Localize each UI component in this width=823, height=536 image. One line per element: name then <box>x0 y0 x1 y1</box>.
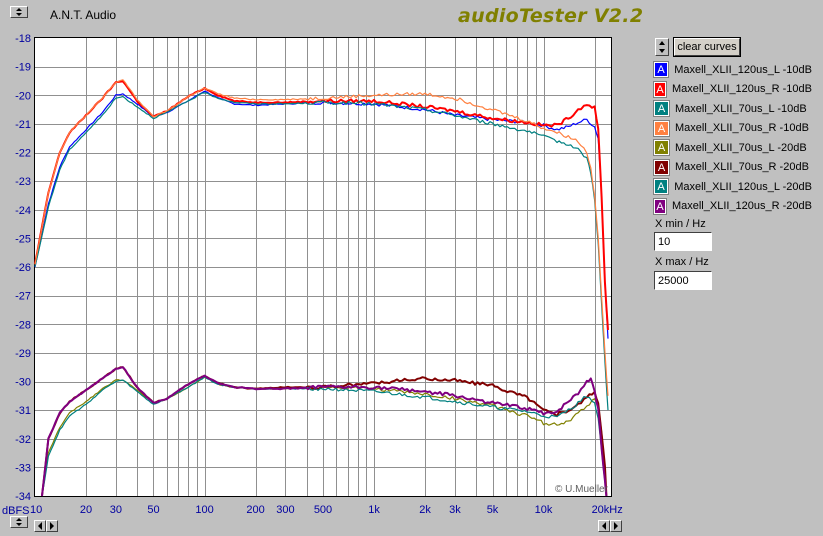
xmin-input[interactable] <box>654 232 712 251</box>
legend-swatch[interactable]: A <box>653 197 667 215</box>
y-tick-label: -32 <box>15 434 31 446</box>
legend-label: Maxell_XLII_120us_R -10dB <box>671 83 812 96</box>
x-axis-ticks: 10 20 30 50 100 200 300 500 1k 2k 3k 5k 10k 20kHz <box>30 504 623 516</box>
legend-swatch[interactable]: A <box>653 100 670 118</box>
legend-label: Maxell_XLII_70us_L -10dB <box>675 102 807 115</box>
legend-label: Maxell_XLII_120us_L -10dB <box>674 63 812 76</box>
legend-item[interactable]: A Maxell_XLII_120us_L -10dB <box>652 60 812 80</box>
clear-curves-button[interactable]: clear curves <box>673 37 741 57</box>
copyright-annotation: © U.Mueller <box>555 484 609 495</box>
y-tick-label: -19 <box>15 62 31 74</box>
legend-item[interactable]: A Maxell_XLII_70us_L -20dB <box>653 138 812 158</box>
x-tick-label: 500 <box>314 504 332 516</box>
x-tick-label: 20 <box>80 504 92 516</box>
y-tick-label: -31 <box>15 405 31 417</box>
legend-swatch[interactable]: A <box>653 158 670 176</box>
x-tick-label: 50 <box>147 504 159 516</box>
x-tick-label: 100 <box>195 504 213 516</box>
y-min-spinner[interactable] <box>10 516 28 528</box>
x-min-scroll-right[interactable] <box>46 520 58 532</box>
y-tick-label: -22 <box>15 148 31 160</box>
curve-list-spinner[interactable] <box>655 38 669 56</box>
y-tick-label: -30 <box>15 377 31 389</box>
legend-item[interactable]: A Maxell_XLII_120us_R -20dB <box>653 197 812 217</box>
y-max-spinner[interactable] <box>10 6 28 18</box>
legend-label: Maxell_XLII_70us_R -10dB <box>675 122 809 135</box>
x-tick-label: 10 <box>30 504 42 516</box>
y-tick-label: -28 <box>15 319 31 331</box>
y-tick-label: -26 <box>15 262 31 274</box>
y-tick-label: -34 <box>15 491 31 503</box>
y-tick-label: -27 <box>15 291 31 303</box>
x-max-scroll-right[interactable] <box>610 520 622 532</box>
y-axis-ticks: -18 -19 -20 -21 -22 -23 -24 -25 -26 -27 -28 -29 -30 -… <box>15 33 31 503</box>
legend-item[interactable]: A Maxell_XLII_70us_R -20dB <box>653 158 812 178</box>
legend-swatch[interactable]: A <box>653 139 670 157</box>
x-max-scroll-left[interactable] <box>598 520 610 532</box>
xmax-label: X max / Hz <box>655 256 709 268</box>
legend-item[interactable]: A Maxell_XLII_120us_L -20dB <box>652 177 812 197</box>
y-tick-label: -33 <box>15 462 31 474</box>
legend-label: Maxell_XLII_120us_L -20dB <box>674 180 812 193</box>
legend-label: Maxell_XLII_120us_R -20dB <box>671 200 812 213</box>
legend-label: Maxell_XLII_70us_R -20dB <box>675 161 809 174</box>
x-tick-label: 200 <box>246 504 264 516</box>
x-tick-label: 2k <box>419 504 431 516</box>
legend-swatch[interactable]: A <box>652 178 670 196</box>
legend-swatch[interactable]: A <box>652 61 670 79</box>
legend-label: Maxell_XLII_70us_L -20dB <box>675 141 807 154</box>
legend-item[interactable]: A Maxell_XLII_70us_L -10dB <box>653 99 812 119</box>
y-tick-label: -20 <box>15 90 31 102</box>
y-tick-label: -25 <box>15 233 31 245</box>
app-title: A.N.T. Audio <box>50 8 117 22</box>
legend: A Maxell_XLII_120us_L -10dB A Maxell_XLII_1… <box>652 60 812 217</box>
x-tick-label: 20kHz <box>592 504 623 516</box>
x-tick-label: 30 <box>110 504 122 516</box>
y-tick-label: -18 <box>15 33 31 45</box>
y-tick-label: -24 <box>15 205 31 217</box>
legend-swatch[interactable]: A <box>653 119 670 137</box>
x-tick-label: 10k <box>535 504 553 516</box>
y-tick-label: -29 <box>15 348 31 360</box>
y-tick-label: -21 <box>15 119 31 131</box>
xmin-label: X min / Hz <box>655 218 706 230</box>
legend-item[interactable]: A Maxell_XLII_120us_R -10dB <box>653 80 812 100</box>
x-tick-label: 1k <box>368 504 380 516</box>
y-tick-label: -23 <box>15 176 31 188</box>
x-tick-label: 3k <box>449 504 461 516</box>
x-tick-label: 5k <box>487 504 499 516</box>
x-min-scroll-left[interactable] <box>34 520 46 532</box>
x-tick-label: 300 <box>276 504 294 516</box>
xmax-input[interactable] <box>654 271 712 290</box>
legend-swatch[interactable]: A <box>653 80 667 98</box>
legend-item[interactable]: A Maxell_XLII_70us_R -10dB <box>653 119 812 139</box>
brand-logo: audioTester V2.2 <box>458 5 644 27</box>
